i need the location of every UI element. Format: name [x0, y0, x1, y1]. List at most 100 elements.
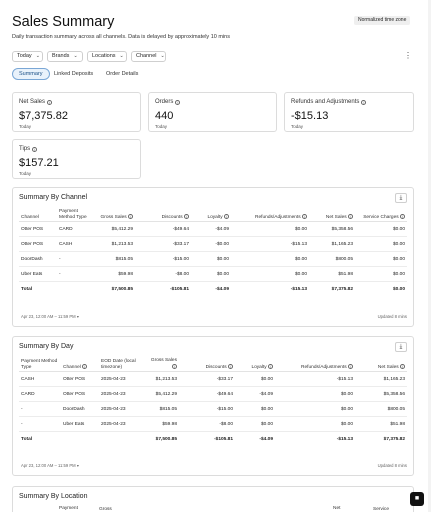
table-cell: $0.00: [275, 386, 355, 402]
table-row[interactable]: CASH Otter POS 2025-04-23 $1,213.53 -$33.17 $…: [19, 371, 407, 387]
download-icon[interactable]: ⤓: [395, 342, 407, 352]
info-icon[interactable]: i: [348, 363, 353, 369]
column-header[interactable]: Service Charges i: [355, 208, 407, 222]
table-cell: $7,500.85: [155, 436, 177, 442]
info-icon[interactable]: i: [348, 213, 353, 219]
table-row[interactable]: DoorDash - $815.05 -$15.00 $0.00 $0.00 $800.05…: [19, 251, 407, 267]
info-icon[interactable]: i: [128, 213, 133, 219]
table-cell: Uber Eats: [61, 416, 99, 432]
table-row[interactable]: CARD Otter POS 2025-04-23 $5,412.29 -$49.64-…: [19, 386, 407, 402]
table-cell: -$15.13: [290, 286, 307, 292]
column-header[interactable]: Service: [373, 507, 389, 512]
column-header-label: Refunds/Adjustments: [301, 364, 347, 370]
download-icon[interactable]: ⤓: [395, 193, 407, 203]
table-cell: $0.00: [235, 401, 275, 417]
column-header[interactable]: Discounts i: [179, 357, 235, 372]
tab-summary[interactable]: Summary: [12, 68, 50, 80]
table-cell: $0.00: [231, 251, 309, 267]
info-icon[interactable]: i: [172, 363, 177, 369]
column-header[interactable]: Loyalty i: [235, 357, 275, 372]
info-icon[interactable]: i: [228, 363, 233, 369]
table-row[interactable]: Otter POS CARD $5,412.29 -$49.64 -$4.09 $0.00…: [19, 221, 407, 237]
info-icon[interactable]: i: [82, 363, 88, 369]
column-header[interactable]: Payment Method Type: [57, 208, 97, 222]
chevron-down-icon: ⌄: [160, 53, 165, 59]
info-icon[interactable]: i: [47, 99, 53, 105]
net-sales-card: Net Sales i $7,375.82 Today: [12, 92, 141, 132]
info-icon[interactable]: i: [224, 213, 229, 219]
column-header[interactable]: Refunds/Adjustments i: [275, 357, 355, 372]
table-cell: $59.98: [97, 266, 135, 282]
column-header[interactable]: Net Sales i: [309, 208, 355, 222]
filter-brands[interactable]: Brands ⌄: [47, 51, 83, 62]
table-cell: $7,500.85: [111, 286, 133, 292]
table-cell: Uber Eats: [19, 266, 57, 282]
column-header[interactable]: Gross: [99, 507, 112, 512]
info-icon[interactable]: i: [400, 363, 405, 369]
table-cell: [61, 432, 99, 447]
info-icon[interactable]: i: [361, 99, 367, 105]
column-header[interactable]: Loyalty i: [191, 208, 231, 222]
table-cell: -$49.64: [135, 221, 191, 237]
column-header[interactable]: Channel: [19, 208, 57, 222]
info-icon[interactable]: i: [32, 146, 38, 152]
table-cell: $1,165.23: [309, 236, 355, 252]
info-icon[interactable]: i: [268, 363, 273, 369]
info-icon[interactable]: i: [175, 99, 181, 105]
column-header[interactable]: Net Sales i: [355, 357, 407, 372]
table-cell: -$8.00: [135, 266, 191, 282]
table-cell: [99, 432, 143, 447]
more-vertical-icon[interactable]: ⋮: [404, 51, 412, 60]
tips-label-row: Tips i: [19, 146, 38, 152]
column-header-label: Net Sales: [325, 214, 347, 220]
column-header[interactable]: Payment Method Type: [19, 357, 61, 372]
filter-channel[interactable]: Channel ⌄: [131, 51, 166, 62]
column-header[interactable]: Discounts i: [135, 208, 191, 222]
filter-channel-label: Channel: [136, 53, 157, 59]
table-cell: $0.00: [235, 371, 275, 387]
column-header[interactable]: Channel i: [61, 357, 99, 372]
table-row[interactable]: - DoorDash 2025-04-23 $815.05 -$15.00 $0.00 $0…: [19, 401, 407, 417]
vertical-scrollbar[interactable]: [428, 0, 431, 512]
date-range-selector[interactable]: Apr 23, 12:00 AM – 11:59 PM ▾: [21, 314, 79, 319]
column-header[interactable]: Gross Sales i: [97, 208, 135, 222]
panel-title: Summary By Location: [19, 493, 88, 500]
timezone-badge[interactable]: Normalized time zone: [354, 16, 411, 25]
column-header[interactable]: Net: [333, 506, 340, 511]
column-header[interactable]: Gross Sales i: [143, 357, 179, 372]
info-icon[interactable]: i: [302, 213, 307, 219]
column-header[interactable]: Payment: [59, 506, 78, 511]
date-range-selector[interactable]: Apr 23, 12:00 AM – 11:59 PM ▾: [21, 463, 79, 468]
tab-order-details[interactable]: Order Details: [100, 68, 144, 80]
column-header[interactable]: Refunds/Adjustments i: [231, 208, 309, 222]
table-row[interactable]: Otter POS CASH $1,213.53 -$33.17 -$0.00 -$15.…: [19, 236, 407, 252]
info-icon[interactable]: i: [400, 213, 405, 219]
table-cell: $0.00: [231, 221, 309, 237]
refunds-value: -$15.13: [291, 110, 329, 122]
tab-linked-deposits[interactable]: Linked Deposits: [48, 68, 99, 80]
net-sales-label: Net Sales: [19, 99, 46, 105]
table-header-row: Payment Method Type Channel i EOD Date (…: [19, 357, 407, 372]
column-header-label: Loyalty: [251, 364, 267, 370]
table-cell: $0.00: [355, 251, 407, 267]
table-cell: -: [19, 416, 61, 432]
table-cell: Otter POS: [19, 221, 57, 237]
table-cell: 2025-04-23: [99, 371, 143, 387]
table-cell: $0.00: [392, 286, 405, 292]
filter-date[interactable]: Today ⌄: [12, 51, 43, 62]
chevron-down-icon: ⌄: [119, 53, 124, 59]
tips-label: Tips: [19, 146, 31, 152]
table-cell: -$33.17: [179, 371, 235, 387]
page-title: Sales Summary: [12, 14, 115, 30]
table-cell: $51.98: [309, 266, 355, 282]
table-cell: $0.00: [355, 221, 407, 237]
table-cell: $800.05: [355, 401, 407, 417]
table-row[interactable]: Uber Eats - $59.98 -$8.00 $0.00 $0.00 $51.98 $0…: [19, 266, 407, 282]
info-icon[interactable]: i: [184, 213, 189, 219]
filter-locations[interactable]: Locations ⌄: [87, 51, 127, 62]
chat-icon[interactable]: ■: [410, 492, 424, 506]
table-row[interactable]: - Uber Eats 2025-04-23 $59.98 -$8.00 $0.00 $0.…: [19, 416, 407, 432]
table-cell: 2025-04-23: [99, 401, 143, 417]
table-cell: $0.00: [231, 266, 309, 282]
column-header[interactable]: EOD Date (local timezone): [99, 357, 143, 372]
